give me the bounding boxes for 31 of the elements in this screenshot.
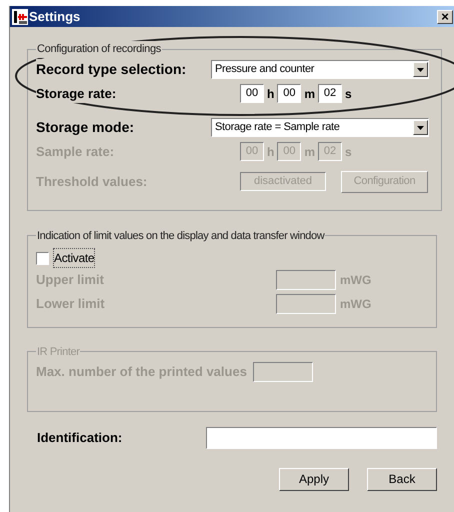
group-title: Configuration of recordings <box>36 41 162 58</box>
activate-checkbox[interactable] <box>36 252 49 264</box>
field-label: Max. number of the printed values <box>36 363 247 382</box>
dropdown[interactable]: Pressure and counter <box>211 60 429 79</box>
group-title: Indication of limit values on the display and data transfer window <box>36 228 326 244</box>
close-button[interactable]: × <box>437 10 453 24</box>
input-field[interactable] <box>252 362 313 382</box>
time-field[interactable]: 00 <box>240 84 264 103</box>
unit-label: s <box>345 144 352 160</box>
app-icon <box>12 8 28 24</box>
unit-label: h <box>267 86 274 102</box>
unit-label: m <box>304 86 316 102</box>
group-title: IR Printer <box>36 344 80 360</box>
window-title: Settings <box>29 8 80 26</box>
field-label: Upper limit <box>36 271 105 290</box>
unit-label: mWG <box>340 296 372 313</box>
time-field[interactable]: 02 <box>318 84 342 103</box>
time-field[interactable]: 00 <box>277 84 302 103</box>
identification-field[interactable] <box>206 426 437 448</box>
unit-label: mWG <box>340 272 372 289</box>
field-label: Record type selection: <box>36 59 186 80</box>
unit-label: m <box>304 144 316 160</box>
dialog-button[interactable]: Apply <box>279 468 349 490</box>
unit-label: s <box>345 86 352 102</box>
unit-label: h <box>267 144 274 160</box>
checkbox-label[interactable]: Activate <box>53 248 96 268</box>
dropdown[interactable]: Storage rate = Sample rate <box>211 118 429 137</box>
field-label: Identification: <box>37 428 124 447</box>
status-field: disactivated <box>240 172 326 191</box>
field-label: Lower limit <box>36 295 106 314</box>
dialog-button[interactable]: Back <box>367 468 437 490</box>
